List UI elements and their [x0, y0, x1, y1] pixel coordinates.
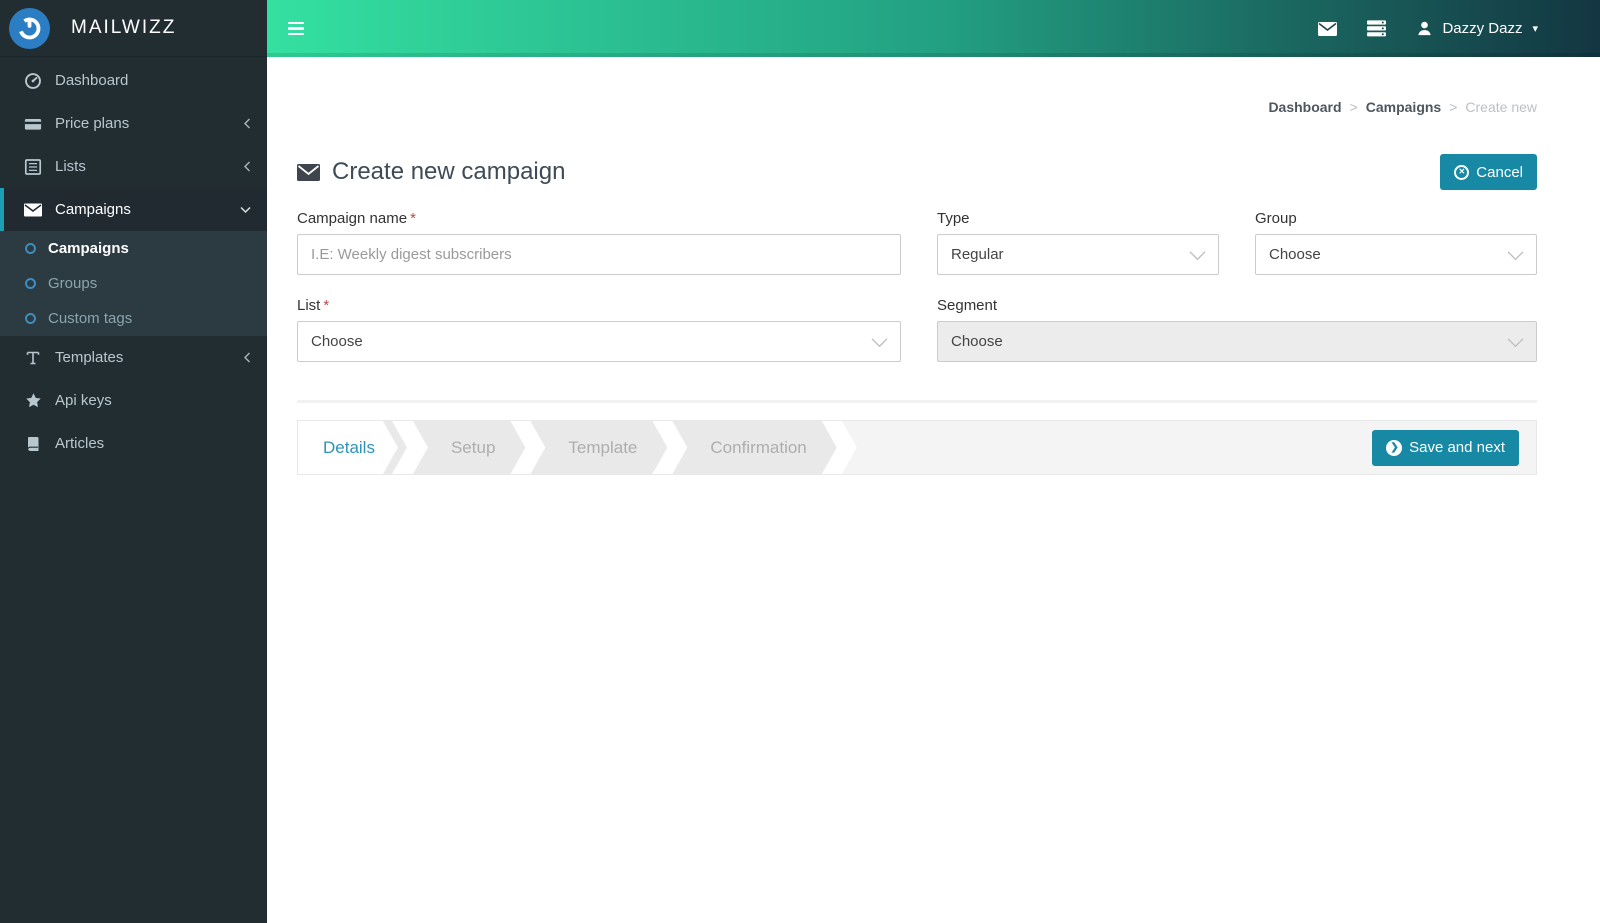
sidebar-item-label: Price plans [55, 115, 129, 132]
messages-envelope-icon[interactable] [1318, 22, 1337, 36]
chevron-left-icon [243, 118, 251, 129]
sidebar-item-campaigns[interactable]: Campaigns [0, 188, 267, 231]
chevron-down-icon [1189, 250, 1206, 260]
list-select-value: Choose [311, 333, 363, 350]
wizard-step-confirmation: Confirmation [672, 421, 836, 474]
sidebar-item-articles[interactable]: Articles [0, 422, 267, 465]
chevron-down-icon [1507, 337, 1524, 347]
wizard-step-setup: Setup [413, 421, 525, 474]
group-select[interactable]: Choose [1255, 234, 1537, 275]
field-list: List* Choose [297, 297, 901, 362]
campaigns-submenu: Campaigns Groups Custom tags [0, 231, 267, 336]
sidebar-item-price-plans[interactable]: Price plans [0, 102, 267, 145]
breadcrumb-separator: > [1449, 99, 1457, 115]
star-icon [22, 392, 44, 409]
field-type: Type Regular [937, 210, 1219, 275]
sidebar-subitem-campaigns[interactable]: Campaigns [0, 231, 267, 266]
sidebar-subitem-label: Groups [48, 275, 97, 292]
required-marker: * [410, 210, 416, 227]
type-select-value: Regular [951, 246, 1004, 263]
page-title: Create new campaign [297, 158, 565, 186]
segment-select-value: Choose [951, 333, 1003, 350]
user-icon [1416, 20, 1433, 37]
sidebar-item-label: Lists [55, 158, 86, 175]
save-and-next-button[interactable]: ❯ Save and next [1372, 430, 1519, 466]
wizard-step-template: Template [530, 421, 667, 474]
section-divider [297, 400, 1537, 403]
sidebar-subitem-label: Custom tags [48, 310, 132, 327]
sidebar-item-label: Campaigns [55, 201, 131, 218]
campaign-name-input[interactable] [297, 234, 901, 275]
sidebar-subitem-groups[interactable]: Groups [0, 266, 267, 301]
cancel-button[interactable]: ✕ Cancel [1440, 154, 1537, 190]
sidebar: MAILWIZZ Dashboard Price plans Lists [0, 0, 267, 923]
chevron-down-icon [240, 206, 251, 214]
sidebar-nav: Dashboard Price plans Lists Campai [0, 57, 267, 465]
sidebar-item-api-keys[interactable]: Api keys [0, 379, 267, 422]
group-select-value: Choose [1269, 246, 1321, 263]
sidebar-item-label: Articles [55, 435, 104, 452]
user-menu[interactable]: Dazzy Dazz ▾ [1416, 20, 1538, 37]
wizard-step-arrow [383, 421, 408, 474]
book-icon [22, 436, 44, 452]
topbar: Dazzy Dazz ▾ [267, 0, 1600, 57]
group-label: Group [1255, 210, 1537, 227]
credit-card-icon [22, 115, 44, 133]
sidebar-subitem-custom-tags[interactable]: Custom tags [0, 301, 267, 336]
sidebar-subitem-label: Campaigns [48, 240, 129, 257]
circle-icon [25, 278, 36, 289]
text-t-icon [22, 350, 44, 366]
chevron-left-icon [243, 161, 251, 172]
breadcrumb: Dashboard > Campaigns > Create new [297, 99, 1537, 115]
sidebar-item-label: Dashboard [55, 72, 128, 89]
breadcrumb-separator: > [1350, 99, 1358, 115]
main-content: Dashboard > Campaigns > Create new Creat… [267, 57, 1600, 923]
sidebar-item-templates[interactable]: Templates [0, 336, 267, 379]
sidebar-item-lists[interactable]: Lists [0, 145, 267, 188]
list-select[interactable]: Choose [297, 321, 901, 362]
segment-select: Choose [937, 321, 1537, 362]
circle-icon [25, 313, 36, 324]
wizard-fill: ❯ Save and next [842, 421, 1536, 474]
field-segment: Segment Choose [937, 297, 1537, 362]
sidebar-item-label: Api keys [55, 392, 112, 409]
breadcrumb-current: Create new [1465, 99, 1537, 115]
field-group: Group Choose [1255, 210, 1537, 275]
mailwizz-logo-icon [9, 8, 50, 49]
chevron-down-icon [871, 337, 888, 347]
circle-icon [25, 243, 36, 254]
sidebar-item-label: Templates [55, 349, 123, 366]
chevron-left-icon [243, 352, 251, 363]
sidebar-item-dashboard[interactable]: Dashboard [0, 59, 267, 102]
envelope-title-icon [297, 164, 320, 181]
sidebar-toggle-button[interactable] [284, 16, 308, 42]
cancel-circle-icon: ✕ [1454, 165, 1469, 180]
required-marker: * [323, 297, 329, 314]
wizard-bar: Details Setup Template Confirmation ❯ Sa… [297, 420, 1537, 475]
campaign-form: Campaign name* Type Regular Group Choose [297, 210, 1537, 362]
list-box-icon [22, 158, 44, 176]
chevron-down-icon [1507, 250, 1524, 260]
caret-down-icon: ▾ [1532, 22, 1538, 35]
brand[interactable]: MAILWIZZ [0, 0, 267, 57]
type-select[interactable]: Regular [937, 234, 1219, 275]
title-row: Create new campaign ✕ Cancel [297, 154, 1537, 190]
breadcrumb-link-campaigns[interactable]: Campaigns [1366, 99, 1441, 115]
servers-icon[interactable] [1367, 20, 1386, 37]
user-name: Dazzy Dazz [1442, 20, 1522, 37]
wizard-step-details[interactable]: Details [298, 421, 383, 474]
campaign-name-label: Campaign name* [297, 210, 901, 227]
topbar-right: Dazzy Dazz ▾ [1318, 20, 1538, 37]
list-label: List* [297, 297, 901, 314]
arrow-right-circle-icon: ❯ [1386, 440, 1402, 456]
type-label: Type [937, 210, 1219, 227]
dashboard-icon [22, 72, 44, 90]
envelope-icon [22, 203, 44, 217]
brand-name: MAILWIZZ [71, 17, 176, 39]
breadcrumb-link-dashboard[interactable]: Dashboard [1268, 99, 1341, 115]
segment-label: Segment [937, 297, 1537, 314]
field-campaign-name: Campaign name* [297, 210, 901, 275]
